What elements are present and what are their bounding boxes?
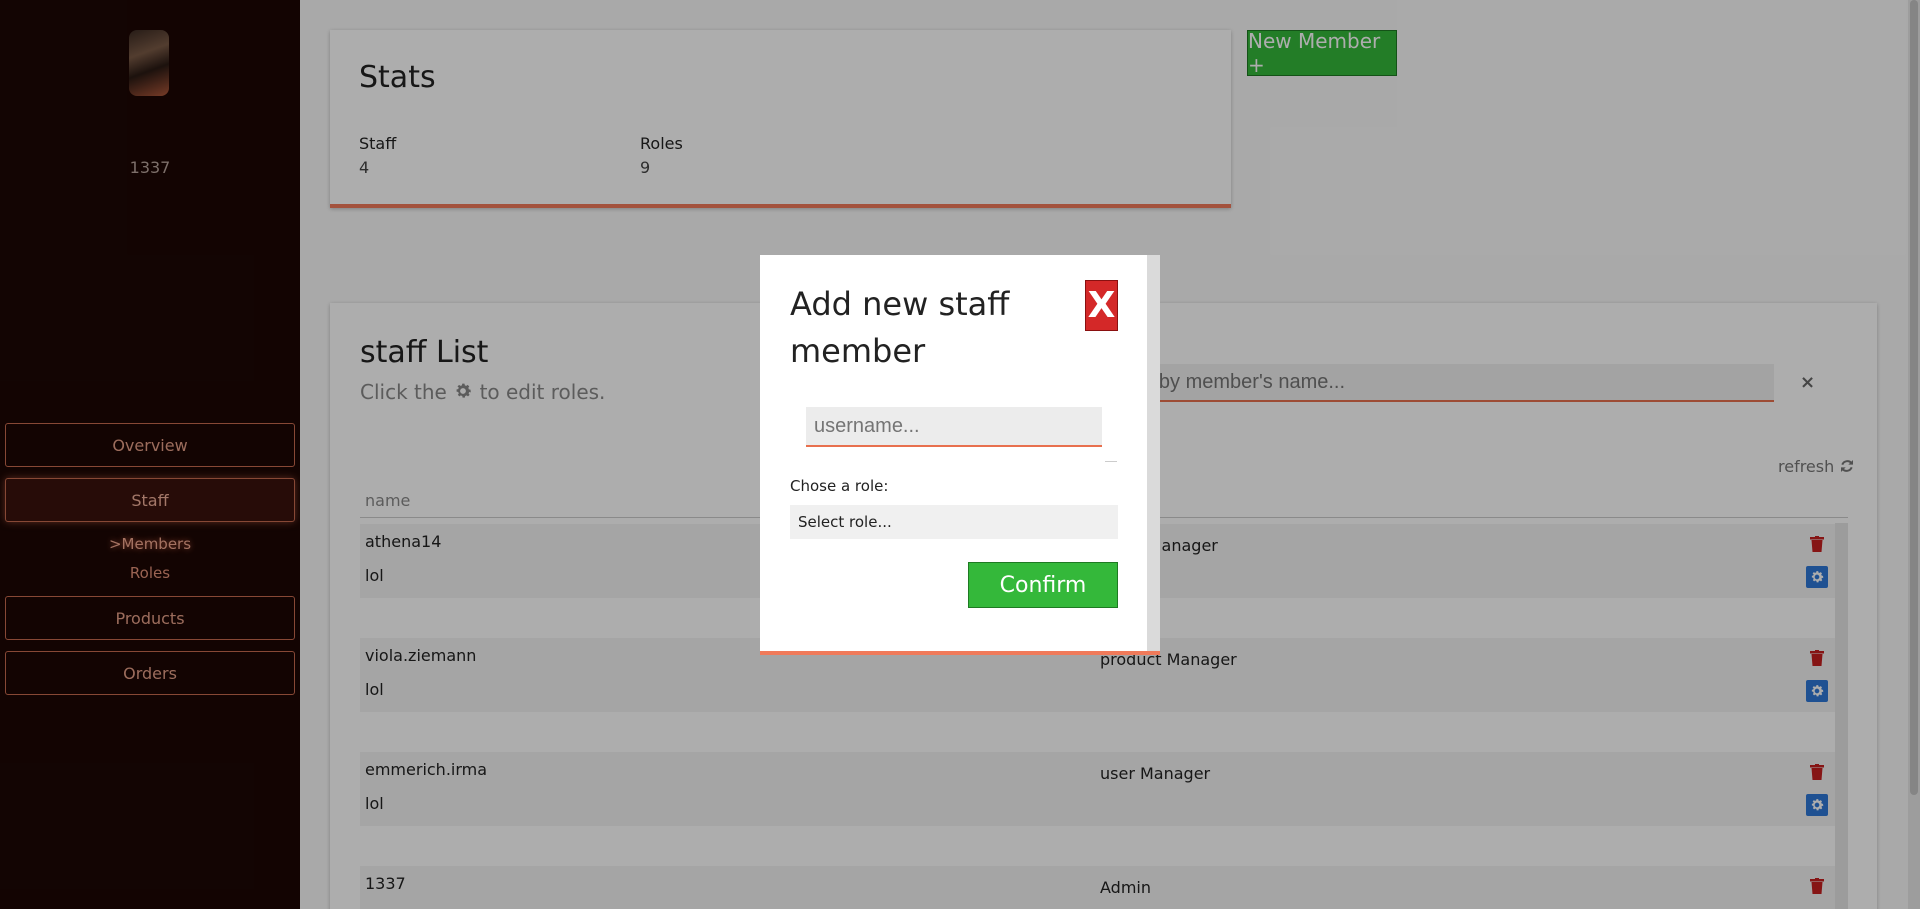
modal-title: Add new staff member: [790, 285, 1010, 370]
confirm-button[interactable]: Confirm: [968, 562, 1118, 608]
role-label: Chose a role:: [790, 477, 889, 495]
modal-scrollbar[interactable]: [1147, 255, 1160, 651]
modal-close-button[interactable]: X: [1085, 280, 1118, 331]
add-staff-modal: Add new staff member X Chose a role: Sel…: [760, 255, 1160, 655]
username-input[interactable]: [806, 407, 1102, 447]
divider: [1105, 461, 1117, 462]
role-select[interactable]: Select role...: [790, 505, 1118, 539]
